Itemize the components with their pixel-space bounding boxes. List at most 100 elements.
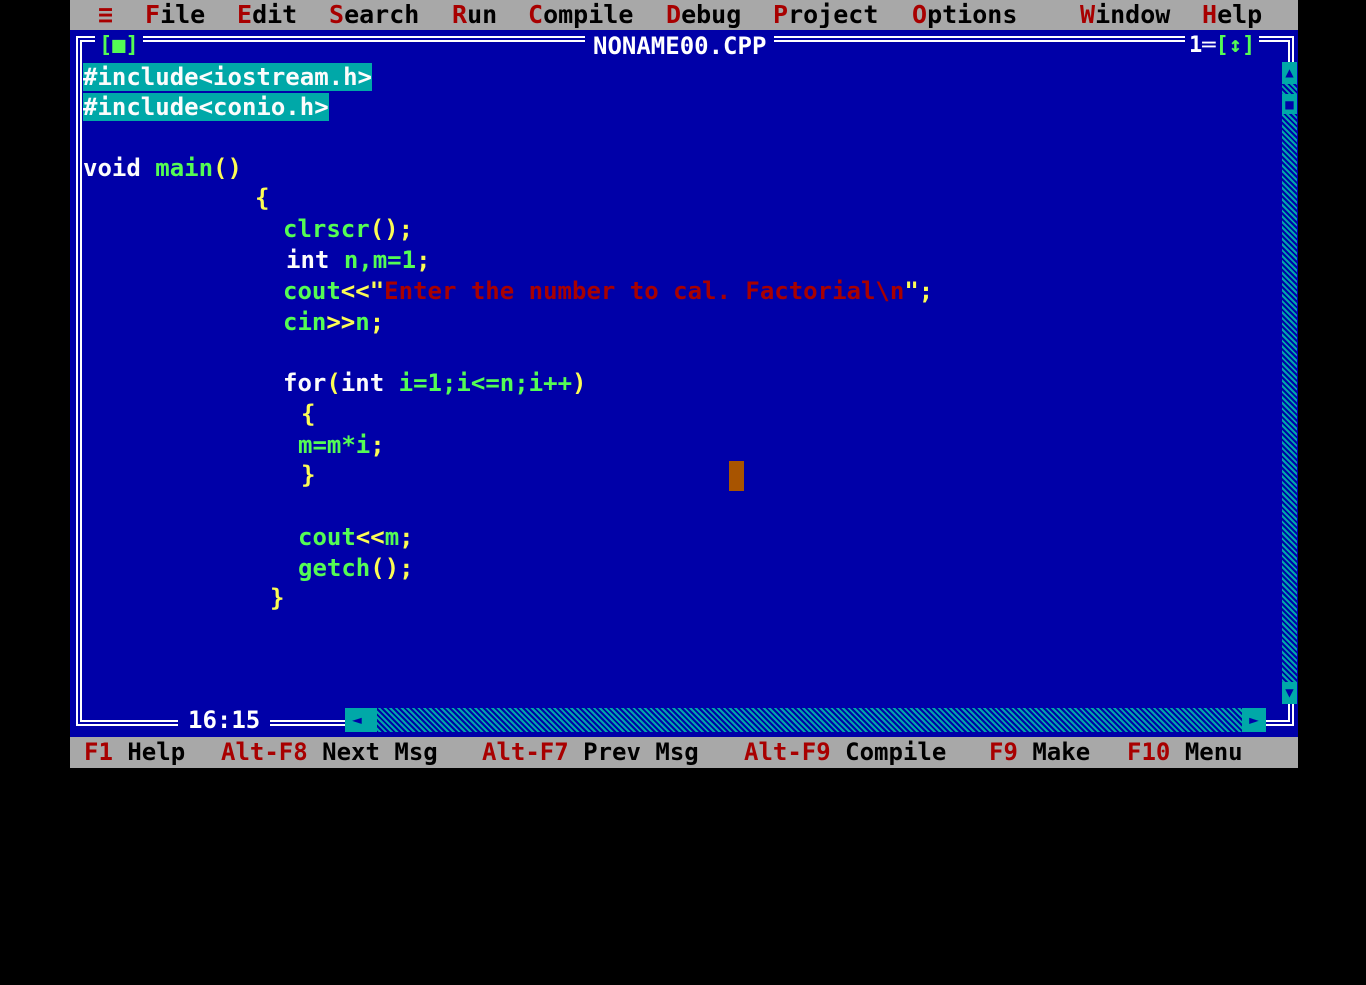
label-next-msg: Next Msg (322, 738, 438, 766)
menu-compile-hotkey: C (528, 0, 544, 29)
menu-window-hotkey: W (1080, 0, 1096, 29)
scroll-left-icon[interactable]: ◄ (345, 708, 369, 732)
window-close-box[interactable]: [■] (95, 33, 143, 59)
code-line-4: void main() (83, 153, 242, 183)
code-line-16: cout<<m; (298, 522, 414, 552)
scroll-right-icon[interactable]: ► (1242, 708, 1266, 732)
cursor-position: 16:15 (178, 706, 271, 734)
menu-window[interactable]: Window (1080, 0, 1170, 30)
menu-options-hotkey: O (912, 0, 928, 29)
code-line-13: m=m*i; (298, 430, 385, 460)
menu-run-hotkey: R (452, 0, 468, 29)
status-f10[interactable]: F10 Menu (1127, 737, 1243, 768)
var: m (384, 523, 400, 551)
horizontal-scrollbar[interactable]: ◄ ► (345, 708, 1266, 732)
quote: " (369, 277, 385, 305)
menu-compile[interactable]: Compile (528, 0, 633, 30)
fn-cin: cin (283, 308, 327, 336)
status-f9[interactable]: F9 Make (989, 737, 1090, 768)
code-line-14: } (301, 461, 316, 489)
function-main: main (155, 154, 214, 182)
punct: ; (416, 246, 431, 274)
vertical-scrollbar[interactable]: ▲ ■ ▼ (1282, 62, 1297, 704)
status-alt-f9[interactable]: Alt-F9 Compile (744, 737, 946, 768)
menu-options[interactable]: Options (912, 0, 1017, 30)
selected-include-conio: #include<conio.h> (83, 93, 329, 121)
label-help: Help (127, 738, 186, 766)
punct: (); (369, 215, 414, 243)
menu-project[interactable]: Project (773, 0, 878, 30)
code-line-11: for(int i=1;i<=n;i++) (283, 368, 586, 398)
key-f10: F10 (1127, 738, 1171, 766)
scroll-down-icon[interactable]: ▼ (1282, 682, 1297, 704)
paren: ( (326, 369, 341, 397)
label-prev-msg: Prev Msg (583, 738, 699, 766)
hscroll-thumb[interactable] (367, 708, 377, 732)
expr: m=m*i (298, 431, 371, 459)
code-editor[interactable]: #include<iostream.h> #include<conio.h> v… (83, 62, 1278, 702)
menu-project-hotkey: P (773, 0, 789, 29)
op: >> (326, 308, 356, 336)
label-menu: Menu (1184, 738, 1243, 766)
menu-options-label: ptions (927, 0, 1018, 29)
menu-edit-hotkey: E (237, 0, 253, 29)
loop-expr: i=1;i<=n;i++ (398, 369, 573, 397)
menu-file[interactable]: File (145, 0, 205, 30)
key-alt-f9: Alt-F9 (744, 738, 831, 766)
window-number-and-zoom: 1═[↕] (1185, 33, 1260, 59)
status-alt-f8[interactable]: Alt-F8 Next Msg (221, 737, 438, 768)
vars: n,m=1 (343, 246, 417, 274)
menu-run-label: un (467, 0, 498, 29)
menu-window-label: indow (1095, 0, 1171, 29)
punct: (); (370, 554, 414, 582)
menu-edit[interactable]: Edit (237, 0, 297, 30)
system-menu[interactable]: ≡ (98, 0, 113, 30)
code-line-18: } (270, 584, 285, 612)
menu-help-hotkey: H (1202, 0, 1218, 29)
code-line-1: #include<iostream.h> (83, 62, 372, 92)
ide-screen: ≡ File Edit Search Run Compile Debug Pro… (70, 0, 1298, 768)
text-cursor (729, 461, 744, 491)
menu-project-label: roject (788, 0, 879, 29)
var: n (355, 308, 370, 336)
paren: ) (572, 369, 587, 397)
keyword-for: for (283, 369, 327, 397)
menu-help[interactable]: Help (1202, 0, 1262, 30)
punct: ; (369, 308, 385, 336)
key-f1: F1 (84, 738, 113, 766)
status-f1[interactable]: F1 Help (84, 737, 185, 768)
key-alt-f8: Alt-F8 (221, 738, 308, 766)
code-line-5: { (255, 184, 270, 212)
scroll-thumb[interactable]: ■ (1282, 94, 1297, 114)
menu-compile-label: ompile (543, 0, 634, 29)
window-number: 1 (1189, 33, 1203, 58)
string-literal: Enter the number to cal. Factorial\n (384, 277, 905, 305)
zoom-icon[interactable]: [↕] (1216, 33, 1256, 58)
code-line-7: int n,m=1; (286, 245, 431, 275)
punct: ; (370, 431, 385, 459)
menu-search[interactable]: Search (329, 0, 419, 30)
menu-search-hotkey: S (329, 0, 345, 29)
scroll-up-icon[interactable]: ▲ (1282, 62, 1297, 84)
menu-debug-label: ebug (681, 0, 742, 29)
op: << (340, 277, 370, 305)
fn-cout: cout (283, 277, 341, 305)
fn-cout: cout (298, 523, 356, 551)
menu-run[interactable]: Run (452, 0, 497, 30)
key-alt-f7: Alt-F7 (482, 738, 569, 766)
status-alt-f7[interactable]: Alt-F7 Prev Msg (482, 737, 699, 768)
key-f9: F9 (989, 738, 1018, 766)
keyword-void: void (83, 154, 141, 182)
menu-file-hotkey: F (145, 0, 161, 29)
quote-end: "; (904, 277, 934, 305)
fn-getch: getch (298, 554, 371, 582)
keyword-int: int (286, 246, 330, 274)
code-line-12: { (301, 400, 316, 428)
code-line-6: clrscr(); (283, 214, 413, 244)
punct: ; (399, 523, 414, 551)
code-line-9: cin>>n; (283, 307, 384, 337)
menu-debug[interactable]: Debug (666, 0, 741, 30)
status-bar: F1 Help Alt-F8 Next Msg Alt-F7 Prev Msg … (70, 737, 1298, 768)
op: << (355, 523, 385, 551)
menu-edit-label: dit (252, 0, 298, 29)
